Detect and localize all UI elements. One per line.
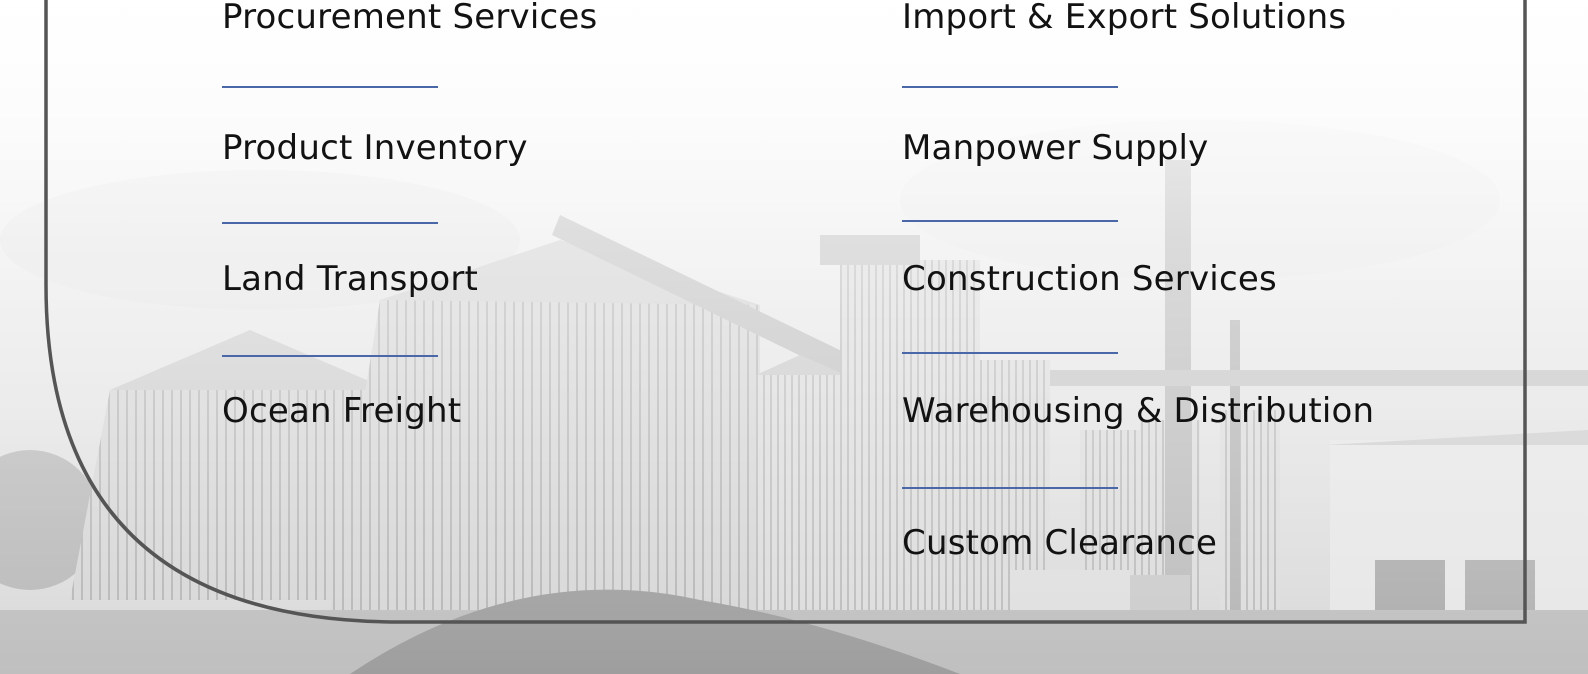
divider	[222, 86, 438, 88]
service-construction-services: Construction Services	[902, 259, 1277, 299]
divider	[902, 487, 1118, 489]
service-warehousing-distribution: Warehousing & Distribution	[902, 391, 1375, 431]
divider	[902, 352, 1118, 354]
grain-silos-background-image	[0, 0, 1588, 674]
divider	[902, 86, 1118, 88]
service-manpower-supply: Manpower Supply	[902, 128, 1209, 168]
service-import-export-solutions: Import & Export Solutions	[902, 0, 1347, 37]
service-land-transport: Land Transport	[222, 259, 479, 299]
service-product-inventory: Product Inventory	[222, 128, 528, 168]
divider	[222, 355, 438, 357]
service-ocean-freight: Ocean Freight	[222, 391, 462, 431]
divider	[902, 220, 1118, 222]
service-custom-clearance: Custom Clearance	[902, 523, 1218, 563]
service-procurement-services: Procurement Services	[222, 0, 598, 37]
divider	[222, 222, 438, 224]
